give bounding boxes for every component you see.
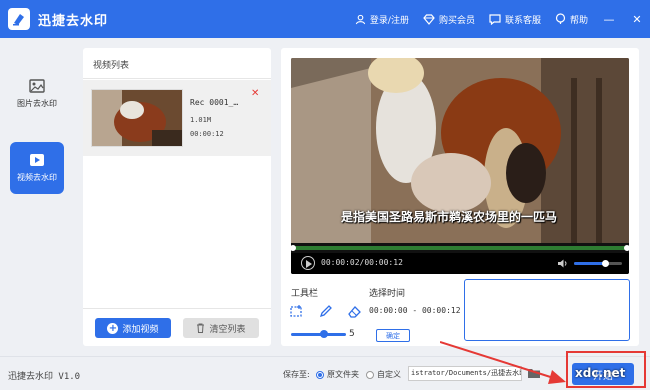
app-title: 迅捷去水印 (38, 13, 109, 29)
video-subtitle: 是指美国圣路易斯市鹈溪农场里的一匹马 (341, 210, 558, 224)
title-bar: 迅捷去水印 登录/注册 购买会员 联系客服 帮助 — ✕ (0, 0, 650, 38)
video-name: Rec 0001_… (190, 98, 239, 107)
minimize-button[interactable]: — (602, 13, 616, 26)
chat-icon (489, 13, 501, 25)
volume-icon[interactable] (557, 258, 569, 269)
image-icon (29, 79, 45, 93)
vip-label: 购买会员 (438, 15, 475, 26)
player-controls: 00:00:02/00:00:12 (291, 253, 629, 274)
eraser-icon[interactable] (347, 304, 362, 319)
help-button[interactable]: 帮助 (555, 13, 588, 26)
playback-time: 00:00:02/00:00:12 (321, 258, 403, 267)
annotation-arrow-icon (440, 341, 566, 384)
select-time-range[interactable]: 00:00:00 - 00:00:12 (369, 306, 461, 315)
divider (83, 308, 271, 309)
trash-icon (197, 323, 205, 333)
plus-icon: + (107, 322, 119, 334)
select-box-icon[interactable] (289, 304, 304, 319)
sidebar-item-label: 视频去水印 (17, 173, 57, 182)
watermark-area-box[interactable] (464, 279, 630, 341)
play-button[interactable] (301, 256, 315, 270)
volume-handle[interactable] (602, 260, 610, 267)
volume-fill (574, 262, 606, 265)
site-watermark: xdc.net (575, 366, 626, 380)
user-icon (355, 14, 366, 24)
radio-custom-folder[interactable]: 自定义 (366, 369, 401, 380)
clear-list-button[interactable]: 清空列表 (183, 318, 259, 338)
progress-bar[interactable] (291, 246, 629, 250)
video-player[interactable]: 是指美国圣路易斯市鹈溪农场里的一匹马 00:00:02/00:00:12 (291, 58, 629, 274)
service-label: 联系客服 (504, 15, 541, 26)
login-label: 登录/注册 (369, 15, 409, 26)
add-video-button[interactable]: + 添加视频 (95, 318, 171, 338)
confirm-button[interactable]: 确定 (376, 329, 410, 342)
video-duration: 00:00:12 (190, 130, 224, 138)
radio-unchecked-icon (366, 370, 374, 379)
video-icon (30, 154, 44, 166)
radio-checked-icon (316, 370, 324, 379)
login-button[interactable]: 登录/注册 (355, 13, 409, 26)
progress-start-handle[interactable] (291, 245, 296, 251)
brush-size-value: 5 (349, 329, 355, 339)
remove-video-icon[interactable]: ✕ (251, 88, 259, 99)
volume-slider[interactable] (574, 260, 622, 267)
sidebar: 图片去水印 视频去水印 (0, 38, 72, 346)
close-button[interactable]: ✕ (630, 13, 644, 26)
tool-icons (289, 304, 362, 319)
video-list-panel: 视频列表 Rec 0001_… 1.01M 00:00:12 ✕ + 添加视频 … (83, 48, 271, 346)
clear-list-label: 清空列表 (209, 324, 246, 335)
divider (83, 78, 271, 79)
select-time-label: 选择时间 (369, 289, 406, 299)
radio-original-folder[interactable]: 原文件夹 (316, 369, 359, 380)
diamond-icon (423, 13, 435, 25)
radio-label: 自定义 (377, 370, 401, 379)
video-list-title: 视频列表 (93, 61, 130, 71)
toolbar-label: 工具栏 (291, 289, 319, 299)
brush-size-slider[interactable] (291, 333, 346, 336)
sidebar-item-image-watermark[interactable]: 图片去水印 (10, 68, 64, 120)
help-icon (555, 13, 566, 24)
progress-end-handle[interactable] (624, 245, 629, 251)
app-logo-icon (8, 8, 30, 30)
preview-panel: 是指美国圣路易斯市鹈溪农场里的一匹马 00:00:02/00:00:12 工具栏… (281, 48, 639, 346)
help-label: 帮助 (569, 15, 588, 26)
video-size: 1.01M (190, 116, 212, 124)
add-video-label: 添加视频 (122, 324, 159, 335)
list-item[interactable]: Rec 0001_… 1.01M 00:00:12 ✕ (83, 80, 271, 156)
brush-size-handle[interactable] (320, 330, 328, 338)
brush-icon[interactable] (318, 304, 333, 319)
sidebar-item-video-watermark[interactable]: 视频去水印 (10, 142, 64, 194)
app-version: 迅捷去水印 V1.0 (8, 372, 81, 382)
save-to-label: 保存至: (283, 370, 310, 379)
sidebar-item-label: 图片去水印 (17, 99, 57, 108)
radio-label: 原文件夹 (327, 370, 359, 379)
video-thumbnail (91, 89, 183, 147)
contact-service-button[interactable]: 联系客服 (489, 13, 541, 26)
buy-vip-button[interactable]: 购买会员 (423, 13, 475, 26)
